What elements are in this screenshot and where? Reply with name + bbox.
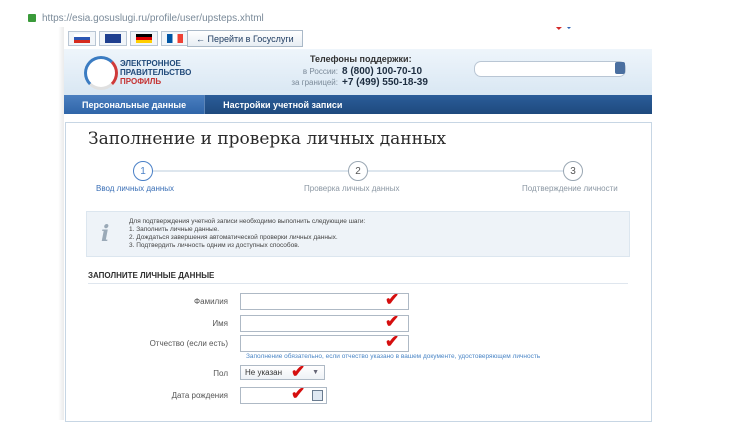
esia-page: ← Перейти в Госуслуги ЭЛЕКТРОННОЕ ПРАВИТ…: [64, 27, 652, 422]
checkmark-icon: ✔: [385, 312, 400, 331]
gender-value: Не указан: [245, 368, 283, 377]
russia-flag-icon: [74, 34, 90, 43]
gender-select[interactable]: Не указан ▼: [240, 365, 325, 380]
main-tabs: Персональные данные Настройки учетной за…: [64, 95, 652, 114]
checkmark-icon: ✔: [291, 362, 306, 381]
abroad-phone: +7 (499) 550-18-39: [342, 77, 428, 88]
flag-de[interactable]: [130, 31, 158, 46]
birthdate-label: Дата рождения: [171, 391, 228, 400]
lock-icon: [28, 14, 36, 22]
checkmark-icon: ✔: [385, 290, 400, 309]
progress-steps: 1 2 3 Ввод личных данных Проверка личных…: [66, 161, 651, 201]
tab-account-settings[interactable]: Настройки учетной записи: [204, 95, 360, 114]
patronymic-input[interactable]: [240, 335, 409, 352]
germany-flag-icon: [136, 34, 152, 43]
main-content: Заполнение и проверка личных данных 1 2 …: [65, 122, 652, 422]
logo-line-1: ЭЛЕКТРОННОЕ: [120, 59, 181, 68]
step-3-circle: 3: [563, 161, 583, 181]
chevron-down-icon: ▼: [312, 369, 319, 376]
info-icon: i: [101, 221, 110, 247]
address-bar[interactable]: https://esia.gosuslugi.ru/profile/user/u…: [28, 9, 264, 27]
patronymic-label: Отчество (если есть): [149, 339, 228, 348]
uk-flag-icon: [105, 34, 121, 43]
flag-fr[interactable]: [161, 31, 189, 46]
language-bar: [68, 31, 189, 46]
support-russia: в России: 8 (800) 100-70-10: [284, 66, 422, 77]
calendar-icon[interactable]: [312, 390, 323, 401]
checkmark-icon: ✔: [385, 332, 400, 351]
goto-gosuslugi-link[interactable]: ← Перейти в Госуслуги: [187, 30, 303, 47]
step-3-label: Подтверждение личности: [522, 184, 618, 193]
step-2-label: Проверка личных данных: [304, 184, 400, 193]
name-input[interactable]: [240, 315, 409, 332]
gender-label: Пол: [213, 369, 228, 378]
support-title: Телефоны поддержки:: [310, 54, 412, 64]
site-header: ЭЛЕКТРОННОЕ ПРАВИТЕЛЬСТВО ПРОФИЛЬ Телефо…: [64, 49, 652, 95]
flag-en[interactable]: [99, 31, 127, 46]
flag-ru[interactable]: [68, 31, 96, 46]
search-icon[interactable]: [615, 62, 625, 74]
logo-line-2: ПРАВИТЕЛЬСТВО: [120, 68, 192, 77]
info-text: Для подтверждения учетной записи необход…: [129, 218, 365, 250]
logo-text[interactable]: ЭЛЕКТРОННОЕ ПРАВИТЕЛЬСТВО ПРОФИЛЬ: [120, 59, 191, 86]
name-label: Имя: [212, 319, 228, 328]
tab-personal-data[interactable]: Персональные данные: [64, 95, 205, 114]
info-item-2: 2. Дождаться завершения автоматической п…: [129, 234, 338, 241]
emblem-icon: [84, 56, 118, 90]
step-1-circle: 1: [133, 161, 153, 181]
abroad-label: за границей:: [291, 78, 338, 87]
page-title: Заполнение и проверка личных данных: [88, 129, 447, 149]
logo-line-3: ПРОФИЛЬ: [120, 77, 162, 86]
russia-phone: 8 (800) 100-70-10: [342, 66, 423, 77]
russia-label: в России:: [302, 67, 338, 76]
surname-label: Фамилия: [194, 297, 228, 306]
step-1-label: Ввод личных данных: [96, 184, 175, 193]
screenshot-frame: https://esia.gosuslugi.ru/profile/user/u…: [0, 0, 749, 422]
info-intro: Для подтверждения учетной записи необход…: [129, 218, 366, 225]
support-abroad: за границей: +7 (499) 550-18-39: [284, 77, 428, 88]
patronymic-hint: Заполнение обязательно, если отчество ук…: [246, 353, 541, 360]
france-flag-icon: [167, 34, 183, 43]
info-item-1: 1. Заполнить личные данные.: [129, 226, 220, 233]
info-box: i Для подтверждения учетной записи необх…: [86, 211, 630, 257]
section-divider: [88, 283, 628, 284]
search-input[interactable]: [474, 61, 626, 77]
checkmark-icon: ✔: [291, 384, 306, 403]
surname-input[interactable]: [240, 293, 409, 310]
section-title: ЗАПОЛНИТЕ ЛИЧНЫЕ ДАННЫЕ: [88, 271, 215, 280]
info-item-3: 3. Подтвердить личность одним из доступн…: [129, 242, 300, 249]
step-2-circle: 2: [348, 161, 368, 181]
birthdate-input[interactable]: [240, 387, 327, 404]
url-text: https://esia.gosuslugi.ru/profile/user/u…: [42, 12, 264, 24]
